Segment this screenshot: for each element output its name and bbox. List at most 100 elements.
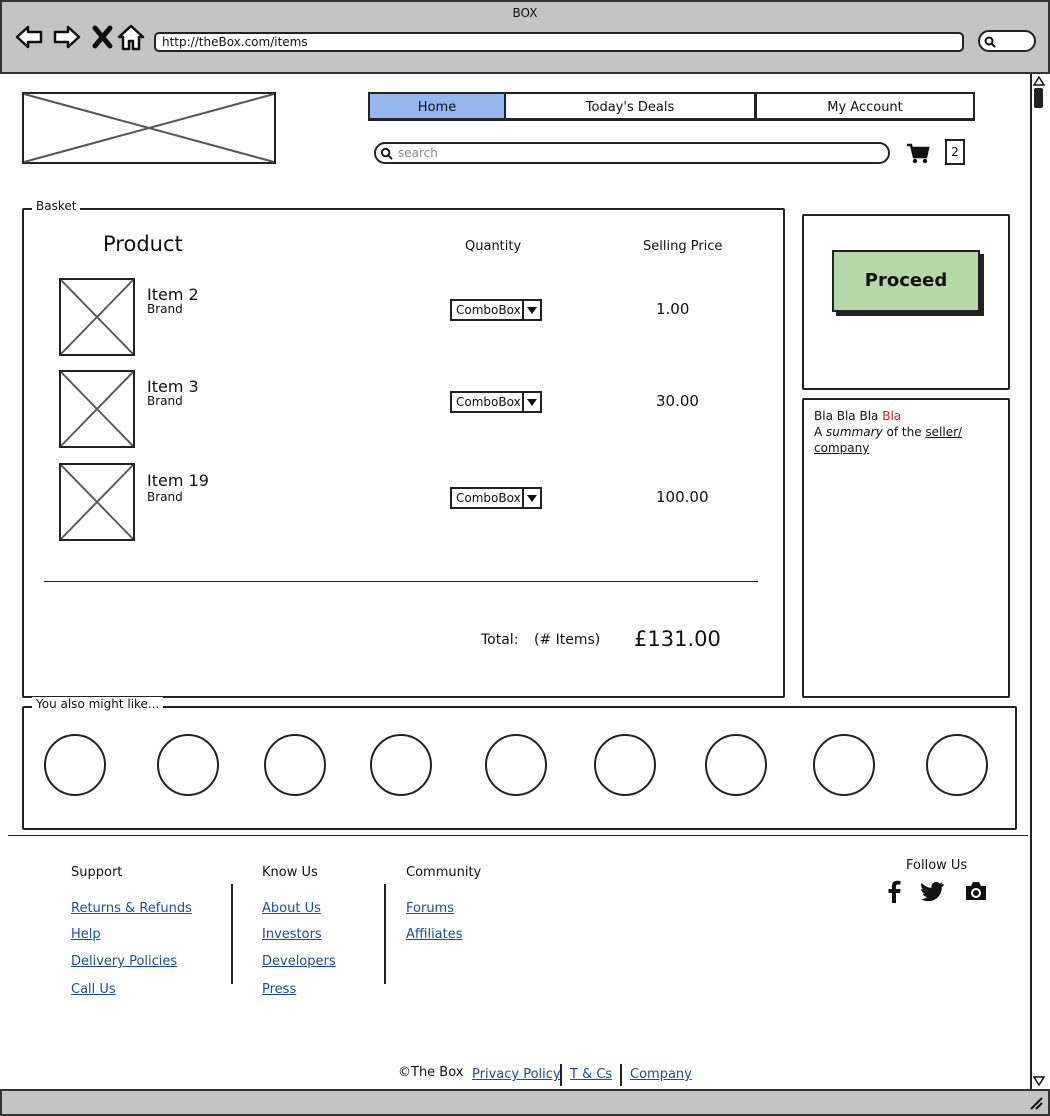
home-icon[interactable] [116,22,146,52]
footer-divider [8,835,1028,836]
seller-link[interactable]: seller/ [925,425,962,439]
tab-my-account[interactable]: My Account [755,92,975,121]
recommended-item[interactable] [594,734,656,796]
status-bar [0,1089,1050,1116]
footer-heading-community: Community [406,865,482,880]
terms-link[interactable]: T & Cs [570,1067,612,1082]
privacy-policy-link[interactable]: Privacy Policy [472,1067,561,1082]
seller-summary-panel: Bla Bla Bla Bla A summary of the seller/… [802,398,1010,698]
item-brand: Brand [147,394,183,408]
copyright-text: The Box [411,1065,464,1080]
item-brand: Brand [147,490,183,504]
footer-link[interactable]: Forums [406,901,454,916]
footer-link[interactable]: Developers [262,954,336,969]
tab-home[interactable]: Home [368,92,506,121]
recommended-item[interactable] [44,734,106,796]
seller-heading-highlight: Bla [882,409,902,423]
quantity-combobox[interactable]: ComboBox [450,391,542,413]
recommended-item[interactable] [705,734,767,796]
copyright-icon: © [398,1065,411,1080]
item-price: 30.00 [656,392,699,410]
summary-text: A [814,425,823,439]
twitter-icon[interactable] [921,882,945,902]
item-price: 100.00 [656,488,709,506]
basket-divider [44,581,758,582]
search-placeholder: search [398,146,438,160]
item-brand: Brand [147,302,183,316]
product-column-header: Product [103,232,183,256]
product-image-placeholder[interactable] [59,463,135,541]
recommended-item[interactable] [926,734,988,796]
chevron-down-icon[interactable] [522,301,540,319]
footer-link[interactable]: Investors [262,927,322,942]
company-link[interactable]: company [814,441,869,455]
quantity-combobox[interactable]: ComboBox [450,487,542,509]
company-footer-link[interactable]: Company [630,1067,692,1082]
chevron-down-icon[interactable] [522,393,540,411]
seller-heading: Bla Bla Bla Bla [814,408,998,424]
search-input[interactable]: search [374,142,890,164]
product-image-placeholder[interactable] [59,278,135,356]
scrollbar[interactable] [1030,74,1046,1090]
basket-label: Basket [32,199,81,213]
follow-us-heading: Follow Us [906,858,968,873]
basket-panel [22,208,785,698]
forward-arrow-icon[interactable] [52,22,82,52]
footer-link[interactable]: Returns & Refunds [71,901,192,916]
footer-separator [560,1064,562,1086]
items-count-label: (# Items) [534,632,601,648]
combobox-value: ComboBox [456,303,521,317]
footer-separator [384,884,386,984]
recommended-item[interactable] [813,734,875,796]
cart-icon[interactable] [906,143,930,165]
copyright: ©The Box [398,1065,463,1080]
footer-link[interactable]: Call Us [71,982,116,997]
footer-separator [231,884,233,984]
seller-summary: A summary of the seller/ company [814,424,998,456]
logo-placeholder [22,92,276,164]
proceed-button[interactable]: Proceed [832,250,980,312]
camera-icon[interactable] [964,880,988,902]
window-title: BOX [512,6,538,20]
tab-todays-deals[interactable]: Today's Deals [504,92,756,121]
footer-separator [620,1064,622,1086]
total-value: £131.00 [634,627,721,651]
combobox-value: ComboBox [456,491,521,505]
recommended-item[interactable] [264,734,326,796]
seller-heading-text: Bla Bla Bla [814,409,879,423]
footer-heading-support: Support [71,865,123,880]
back-arrow-icon[interactable] [14,22,44,52]
scroll-thumb[interactable] [1034,88,1043,108]
footer-link[interactable]: Delivery Policies [71,954,177,969]
recommended-item[interactable] [157,734,219,796]
quantity-column-header: Quantity [465,239,522,254]
footer-heading-know-us: Know Us [262,865,318,880]
item-price: 1.00 [656,300,690,318]
footer-link[interactable]: Press [262,982,296,997]
recommended-item[interactable] [485,734,547,796]
chevron-down-icon[interactable] [522,489,540,507]
footer-link[interactable]: Help [71,927,101,942]
price-column-header: Selling Price [643,239,723,254]
summary-text: of the [886,425,922,439]
item-name[interactable]: Item 19 [147,471,209,490]
total-label: Total: [481,632,519,648]
recommended-item[interactable] [370,734,432,796]
search-icon [380,147,393,160]
browser-search-field[interactable] [978,30,1036,52]
combobox-value: ComboBox [456,395,521,409]
search-icon [984,36,996,48]
scroll-down-icon[interactable] [1033,1076,1045,1086]
cart-count-badge: 2 [945,139,965,165]
stop-icon[interactable] [88,22,118,52]
footer-link[interactable]: About Us [262,901,321,916]
resize-grip-icon[interactable] [1028,1095,1044,1111]
footer-link[interactable]: Affiliates [406,927,463,942]
product-image-placeholder[interactable] [59,370,135,448]
recommendations-label: You also might like... [32,697,164,711]
quantity-combobox[interactable]: ComboBox [450,299,542,321]
scroll-up-icon[interactable] [1033,76,1045,86]
facebook-icon[interactable] [886,880,902,904]
summary-emphasis: summary [826,425,883,439]
url-bar[interactable]: http://theBox.com/items [154,32,964,52]
